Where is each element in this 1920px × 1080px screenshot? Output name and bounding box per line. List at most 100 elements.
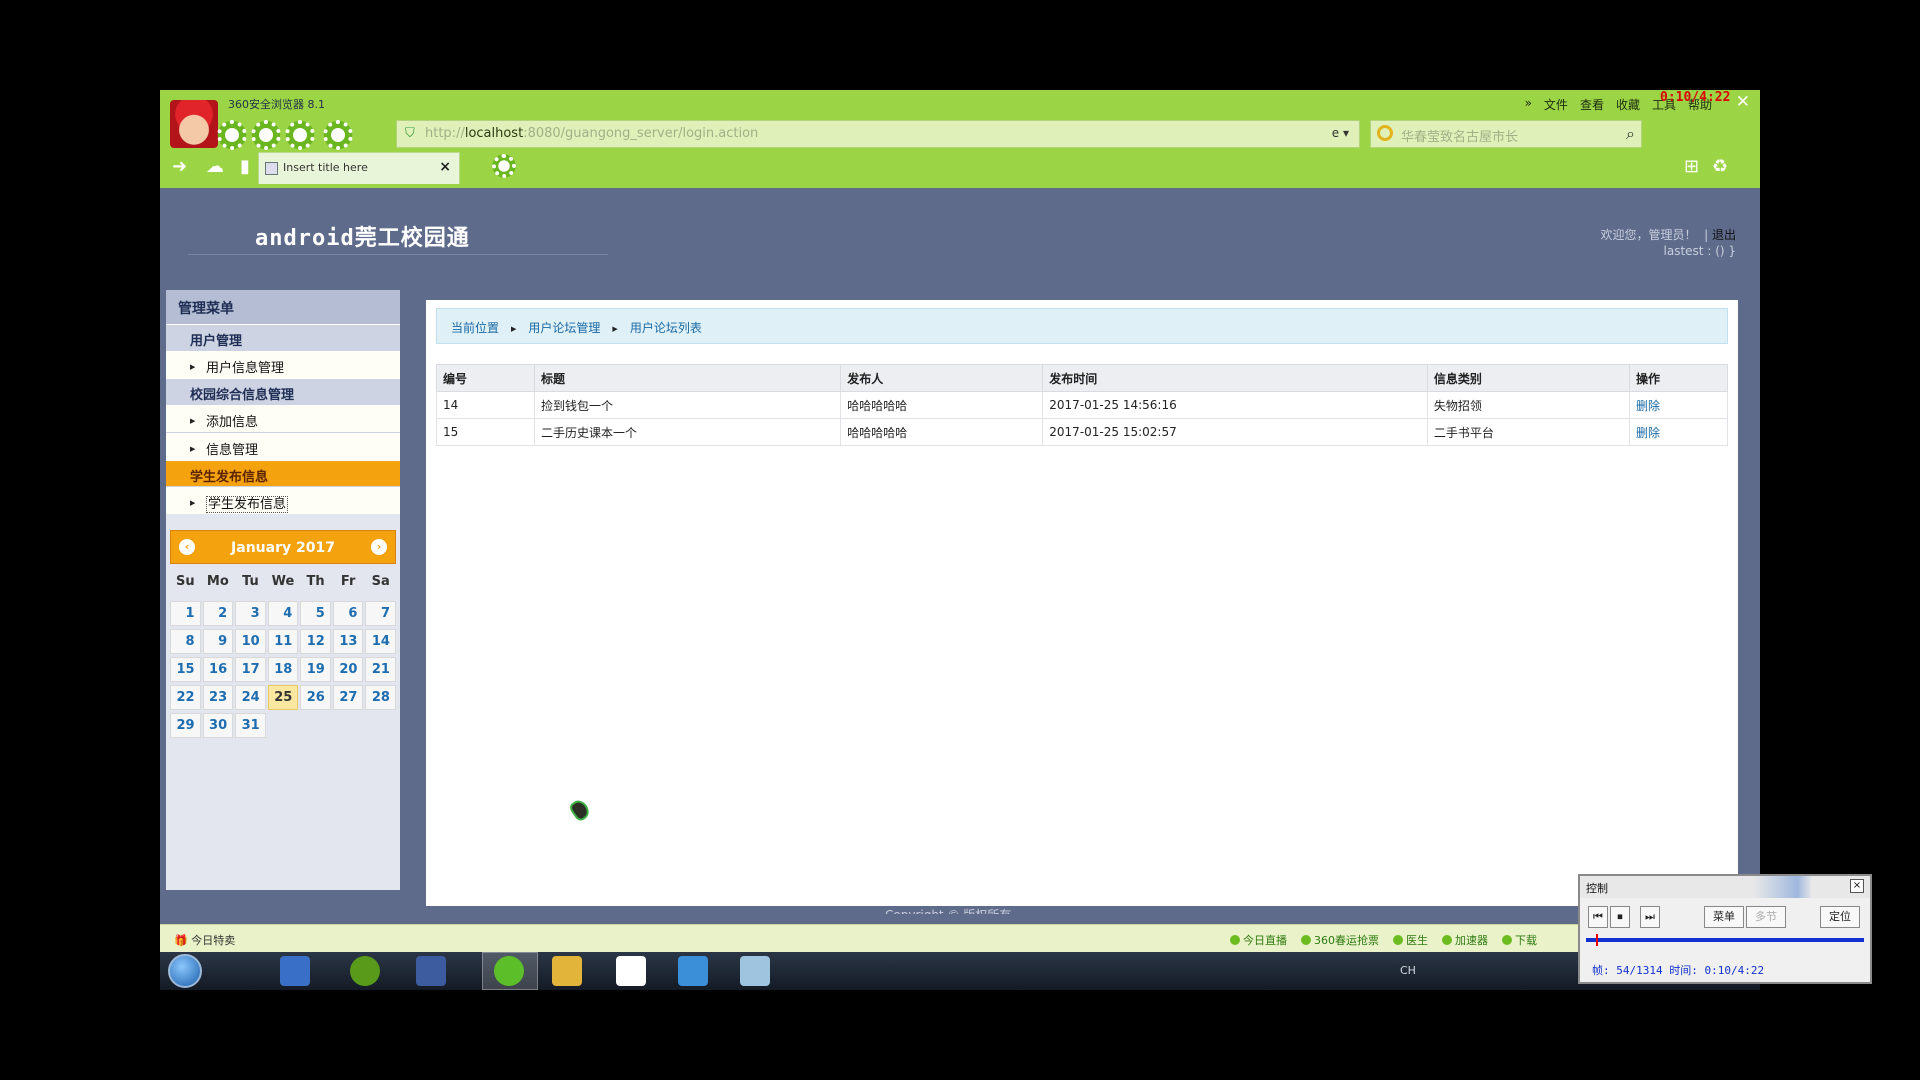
tray-language[interactable]: CH <box>1400 964 1416 977</box>
calendar-day[interactable]: 27 <box>332 685 364 710</box>
menu-view[interactable]: 查看 <box>1580 96 1604 113</box>
download-link[interactable]: 下载 <box>1502 932 1537 948</box>
calendar-day[interactable]: 15 <box>170 657 201 682</box>
calendar-day[interactable]: 8 <box>170 629 201 654</box>
start-button[interactable] <box>168 954 202 988</box>
address-bar[interactable]: ⛉ http://localhost:8080/guangong_server/… <box>396 120 1360 148</box>
calendar-today[interactable]: 25 <box>267 685 299 710</box>
search-icon[interactable]: ⌕ <box>1626 124 1635 144</box>
search-box[interactable]: 华春莹致名古屋市长 ⌕ <box>1370 120 1642 148</box>
calendar-day[interactable]: 9 <box>202 629 234 654</box>
engine-toggle-icon[interactable]: e ▾ <box>1332 126 1349 140</box>
calendar-day[interactable]: 28 <box>365 685 396 710</box>
calendar-day[interactable]: 21 <box>365 657 396 682</box>
cloud-app-icon[interactable] <box>678 956 708 986</box>
breadcrumb-item[interactable]: 当前位置 <box>451 319 499 343</box>
calendar-next-icon[interactable]: › <box>371 539 387 555</box>
calendar-day[interactable]: 14 <box>365 629 396 654</box>
search-engine-icon[interactable] <box>1377 125 1393 141</box>
forward-icon[interactable]: ➜ <box>172 156 187 177</box>
accelerator-link[interactable]: 加速器 <box>1442 932 1488 948</box>
breadcrumb-item[interactable]: 用户论坛列表 <box>630 319 702 343</box>
lightning-app-icon[interactable] <box>280 956 310 986</box>
brackets-app-icon[interactable] <box>350 956 380 986</box>
calendar-day[interactable]: 19 <box>300 657 331 682</box>
breadcrumb-item[interactable]: 用户论坛管理 <box>528 319 600 343</box>
new-tab-icon[interactable] <box>490 152 518 180</box>
delete-link[interactable]: 删除 <box>1636 426 1660 440</box>
player-menu-button[interactable]: 菜单 <box>1704 906 1744 928</box>
user-avatar[interactable] <box>170 100 218 148</box>
cell-action: 删除 <box>1628 418 1729 446</box>
player-next-icon[interactable]: ⏭ <box>1640 906 1660 928</box>
window-split-icon[interactable]: ⊞ <box>1684 156 1699 177</box>
address-url[interactable]: http://localhost:8080/guangong_server/lo… <box>425 126 758 141</box>
status-link-label: 下载 <box>1515 934 1537 947</box>
folder-icon[interactable] <box>552 956 582 986</box>
menu-file[interactable]: 文件 <box>1544 96 1568 113</box>
daily-deal-link[interactable]: 🎁 今日特卖 <box>174 932 235 948</box>
browser-360-icon[interactable] <box>494 956 524 986</box>
trash-icon[interactable]: ♻ <box>1712 156 1728 177</box>
calendar-prev-icon[interactable]: ‹ <box>179 539 195 555</box>
menu-favorites[interactable]: 收藏 <box>1616 96 1640 113</box>
sidebar-group-campus[interactable]: 校园综合信息管理 <box>166 378 400 404</box>
calendar-day[interactable]: 30 <box>202 713 234 738</box>
cloud-icon[interactable]: ☁ <box>206 156 224 177</box>
cell-title: 二手历史课本一个 <box>533 418 842 446</box>
eight-app-icon[interactable] <box>416 956 446 986</box>
tab-insert-title[interactable]: Insert title here × <box>258 152 460 184</box>
window-close-icon[interactable]: ✕ <box>1736 92 1750 112</box>
flower-icon[interactable] <box>249 118 283 152</box>
player-progress-bar[interactable] <box>1586 938 1864 942</box>
player-close-icon[interactable]: × <box>1850 879 1864 893</box>
calendar-day[interactable]: 17 <box>235 657 266 682</box>
sidebar-group-user[interactable]: 用户管理 <box>166 324 400 350</box>
player-stop-icon[interactable]: ⏹ <box>1610 906 1630 928</box>
notepad-app-icon[interactable] <box>740 956 770 986</box>
calendar-day[interactable]: 22 <box>170 685 201 710</box>
calendar-day[interactable]: 23 <box>202 685 234 710</box>
calendar-day[interactable]: 26 <box>300 685 331 710</box>
calendar-day[interactable]: 18 <box>267 657 299 682</box>
player-locate-button[interactable]: 定位 <box>1820 906 1860 928</box>
calendar-day[interactable]: 2 <box>202 601 234 626</box>
tab-close-icon[interactable]: × <box>439 159 451 175</box>
flower-icon[interactable] <box>321 118 355 152</box>
lastest-text: lastest : () } <box>1663 244 1736 258</box>
calendar-day[interactable]: 10 <box>235 629 266 654</box>
calendar-day[interactable]: 31 <box>235 713 266 738</box>
calendar-day[interactable]: 4 <box>267 601 299 626</box>
logout-link[interactable]: 退出 <box>1712 228 1736 242</box>
menu-chevron-icon[interactable]: » <box>1525 96 1532 113</box>
doctor-link[interactable]: 医生 <box>1393 932 1428 948</box>
calendar-day[interactable]: 12 <box>300 629 331 654</box>
bookmark-icon[interactable]: ▮ <box>240 156 250 177</box>
sidebar-item-add-info[interactable]: ▶ 添加信息 <box>166 404 400 432</box>
calendar-day[interactable]: 20 <box>332 657 364 682</box>
calendar-day[interactable]: 5 <box>300 601 331 626</box>
calendar-day[interactable]: 11 <box>267 629 299 654</box>
calendar-day[interactable]: 1 <box>170 601 201 626</box>
calendar-day[interactable]: 29 <box>170 713 201 738</box>
player-multi-button[interactable]: 多节 <box>1746 906 1786 928</box>
player-progress-handle[interactable] <box>1596 934 1598 946</box>
calendar-day[interactable]: 3 <box>235 601 266 626</box>
pinwheel-app-icon[interactable] <box>616 956 646 986</box>
sidebar-item-student-posts[interactable]: ▶ 学生发布信息 <box>166 486 400 514</box>
sidebar-group-student[interactable]: 学生发布信息 <box>166 460 400 486</box>
calendar-day[interactable]: 7 <box>365 601 396 626</box>
search-placeholder[interactable]: 华春莹致名古屋市长 <box>1401 126 1518 145</box>
player-prev-icon[interactable]: ⏮ <box>1588 906 1608 928</box>
calendar-day[interactable]: 6 <box>332 601 364 626</box>
live-link[interactable]: 今日直播 <box>1230 932 1287 948</box>
calendar-day[interactable]: 16 <box>202 657 234 682</box>
flower-icon[interactable] <box>283 118 317 152</box>
sidebar-item-user-info[interactable]: ▶ 用户信息管理 <box>166 350 400 378</box>
flower-icon[interactable] <box>215 118 249 152</box>
ticket-link[interactable]: 360春运抢票 <box>1301 932 1379 948</box>
calendar-day[interactable]: 13 <box>332 629 364 654</box>
calendar-day[interactable]: 24 <box>235 685 266 710</box>
sidebar-item-info-manage[interactable]: ▶ 信息管理 <box>166 432 400 460</box>
delete-link[interactable]: 删除 <box>1636 399 1660 413</box>
